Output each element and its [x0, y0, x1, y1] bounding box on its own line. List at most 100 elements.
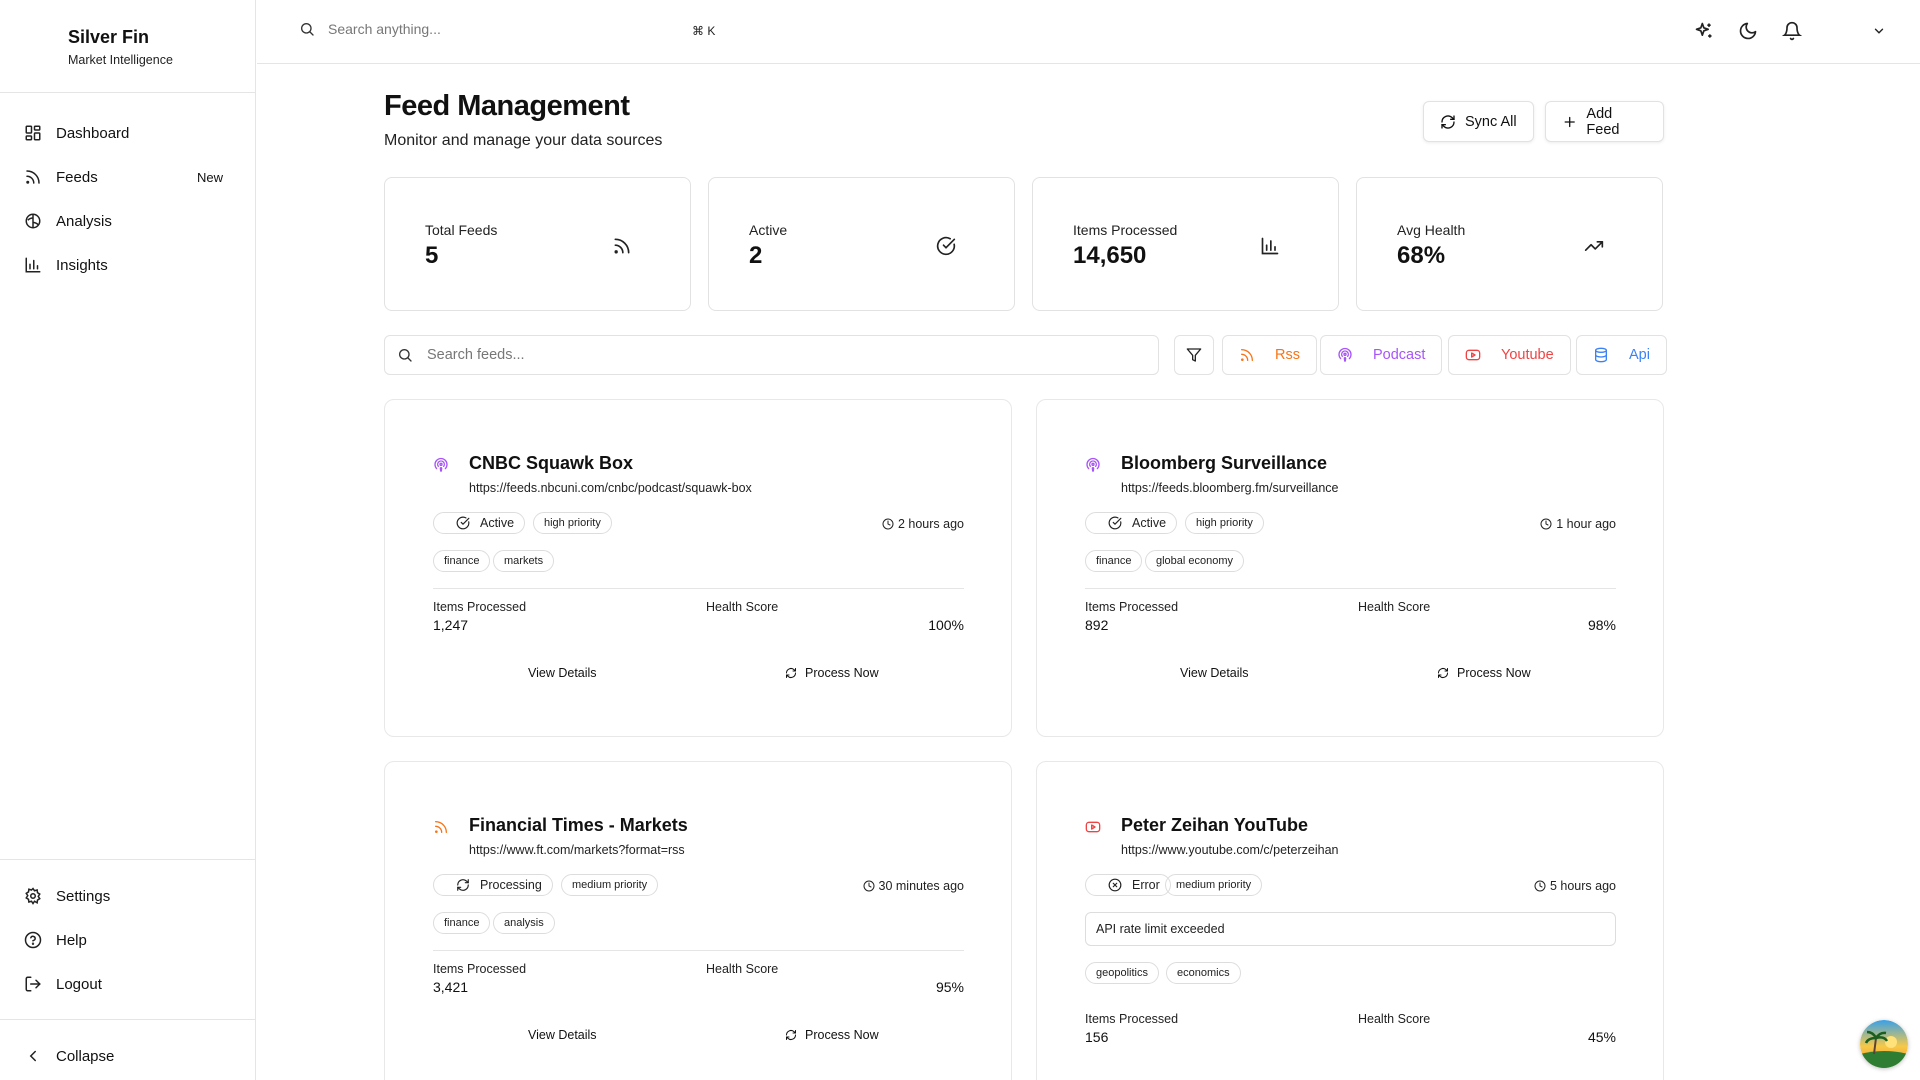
sidebar-item-label: Logout [56, 975, 102, 993]
search-icon [301, 23, 314, 36]
stat-label: Avg Health [1397, 222, 1466, 238]
clock-icon [1534, 880, 1546, 892]
priority-badge: high priority [533, 512, 612, 534]
stat-card-avg-health: Avg Health 68% [1356, 177, 1663, 311]
page-subtitle: Monitor and manage your data sources [384, 132, 663, 149]
app-subtitle: Market Intelligence [68, 53, 173, 67]
refresh-icon [1438, 668, 1448, 678]
youtube-icon [1465, 349, 1481, 361]
status-badge: Active [433, 512, 526, 534]
last-updated: 5 hours ago [1534, 879, 1616, 893]
tag: global economy [1145, 550, 1245, 572]
feed-url: https://feeds.bloomberg.fm/surveillance [1121, 481, 1339, 495]
view-details-button[interactable]: View Details [528, 1028, 597, 1042]
feed-title[interactable]: CNBC Squawk Box [469, 453, 752, 474]
process-now-button[interactable]: Process Now [1437, 666, 1531, 680]
sidebar-item-label: Feeds [56, 168, 98, 186]
last-updated-text: 1 hour ago [1556, 517, 1616, 531]
chevron-down-icon[interactable] [1872, 24, 1886, 38]
tag: markets [493, 550, 555, 572]
feed-title[interactable]: Bloomberg Surveillance [1121, 453, 1338, 474]
brand: Silver Fin Market Intelligence [0, 0, 255, 93]
chevron-left-icon [29, 1050, 36, 1062]
collapse-section: Collapse [0, 1019, 255, 1078]
avatar[interactable] [1860, 1020, 1908, 1068]
last-updated: 30 minutes ago [863, 879, 964, 893]
filter-youtube-button[interactable]: Youtube [1448, 335, 1571, 375]
health-score-value: 45% [1587, 1029, 1616, 1045]
search-shortcut: ⌘ K [692, 24, 716, 38]
bell-icon[interactable] [1782, 21, 1802, 41]
filter-button[interactable] [1174, 335, 1214, 375]
sidebar-item-analysis[interactable]: Analysis [0, 199, 255, 243]
clock-icon [1540, 518, 1552, 530]
app-name: Silver Fin [68, 27, 150, 47]
filter-youtube-label: Youtube [1501, 347, 1554, 363]
process-now-button[interactable]: Process Now [785, 1028, 879, 1042]
global-search [299, 21, 719, 37]
priority-badge: high priority [1185, 512, 1264, 534]
sidebar-bottom: Settings Help Logout [0, 859, 255, 1006]
add-feed-button[interactable]: Add Feed [1545, 101, 1664, 142]
check-circle-icon [936, 236, 956, 256]
refresh-icon [786, 1030, 796, 1040]
sidebar-item-settings[interactable]: Settings [0, 874, 255, 918]
filter-rss-button[interactable]: Rss [1222, 335, 1317, 375]
last-updated-text: 30 minutes ago [878, 879, 964, 893]
podcast-icon [1086, 457, 1100, 472]
brain-icon [25, 213, 41, 229]
x-circle-icon [1108, 878, 1122, 892]
view-details-button[interactable]: View Details [1180, 666, 1249, 680]
status-badge: Processing [433, 874, 553, 896]
feed-title[interactable]: Financial Times - Markets [469, 815, 688, 836]
sparkles-icon[interactable] [1694, 21, 1714, 41]
items-processed-label: Items Processed [433, 600, 527, 614]
refresh-icon [457, 879, 469, 891]
global-search-input[interactable] [328, 21, 678, 37]
sidebar-item-insights[interactable]: Insights [0, 243, 255, 287]
feed-search [384, 335, 1159, 375]
feed-card: CNBC Squawk Box https://feeds.nbcuni.com… [384, 399, 1012, 737]
sidebar-item-feeds[interactable]: Feeds New [0, 155, 255, 199]
stat-card-active: Active 2 [708, 177, 1015, 311]
view-details-label: View Details [528, 1028, 597, 1042]
view-details-label: View Details [1180, 666, 1249, 680]
feed-search-input[interactable] [427, 347, 1127, 363]
rss-icon [1241, 349, 1253, 361]
view-details-button[interactable]: View Details [528, 666, 597, 680]
items-processed-label: Items Processed [1085, 1012, 1179, 1026]
podcast-icon [1338, 347, 1352, 362]
sidebar-item-label: Analysis [56, 212, 112, 230]
feed-card-header: Peter Zeihan YouTube https://www.youtube… [1085, 815, 1338, 857]
feed-title[interactable]: Peter Zeihan YouTube [1121, 815, 1338, 836]
health-score-label: Health Score [706, 962, 779, 976]
sync-all-button[interactable]: Sync All [1423, 101, 1534, 142]
process-now-label: Process Now [1457, 666, 1531, 680]
sidebar-item-label: Dashboard [56, 124, 130, 142]
sidebar-item-logout[interactable]: Logout [0, 962, 255, 1006]
feed-card: Peter Zeihan YouTube https://www.youtube… [1036, 761, 1664, 1080]
clock-icon [863, 880, 875, 892]
sidebar-item-dashboard[interactable]: Dashboard [0, 111, 255, 155]
stat-label: Active [749, 222, 788, 238]
stat-card-total-feeds: Total Feeds 5 [384, 177, 691, 311]
moon-icon[interactable] [1738, 21, 1758, 41]
sidebar-item-help[interactable]: Help [0, 918, 255, 962]
filter-api-button[interactable]: Api [1576, 335, 1667, 375]
last-updated-text: 2 hours ago [897, 517, 964, 531]
stat-label: Items Processed [1073, 222, 1178, 238]
help-circle-icon [24, 931, 42, 949]
items-processed-value: 892 [1085, 617, 1109, 633]
feed-url: https://www.youtube.com/c/peterzeihan [1121, 843, 1339, 857]
stat-value: 14,650 [1073, 242, 1147, 269]
clock-icon [882, 518, 894, 530]
filter-podcast-button[interactable]: Podcast [1320, 335, 1443, 375]
status-badge: Error [1085, 874, 1171, 896]
stat-value: 2 [749, 242, 763, 269]
collapse-button[interactable]: Collapse [0, 1034, 255, 1078]
health-score-value: 95% [935, 979, 964, 995]
status-label: Error [1132, 878, 1160, 892]
sidebar-item-label: Settings [56, 887, 111, 905]
top-bar: ⌘ K [257, 0, 1920, 64]
process-now-button[interactable]: Process Now [785, 666, 879, 680]
